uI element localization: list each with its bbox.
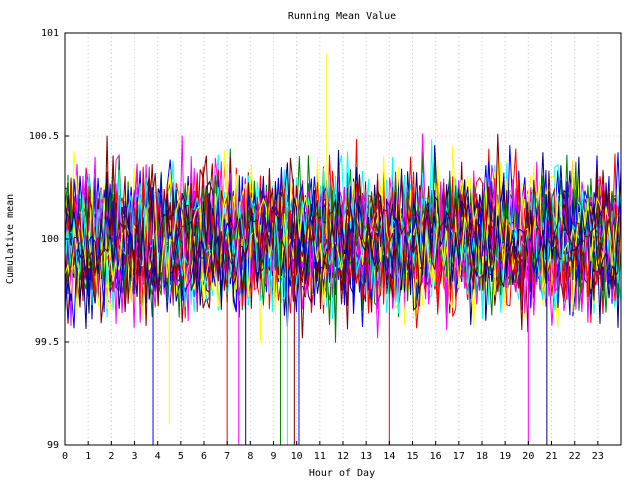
y-tick-label: 99.5 <box>35 337 59 348</box>
x-tick-label: 22 <box>569 451 581 462</box>
x-tick-label: 13 <box>360 451 372 462</box>
y-axis-label: Cumulative mean <box>5 194 16 284</box>
x-tick-label: 23 <box>592 451 604 462</box>
y-tick-label: 100 <box>41 234 59 245</box>
x-tick-label: 20 <box>522 451 534 462</box>
x-tick-label: 3 <box>131 451 137 462</box>
x-tick-label: 21 <box>545 451 557 462</box>
x-tick-label: 4 <box>155 451 161 462</box>
y-tick-label: 100.5 <box>29 131 59 142</box>
y-tick-label: 101 <box>41 28 59 39</box>
x-tick-label: 12 <box>337 451 349 462</box>
x-tick-label: 14 <box>383 451 395 462</box>
x-tick-label: 16 <box>430 451 442 462</box>
chart-container: Running Mean Value Hour of Day Cumulativ… <box>0 0 640 480</box>
x-tick-label: 9 <box>270 451 276 462</box>
x-tick-label: 1 <box>85 451 91 462</box>
y-tick-label: 99 <box>47 440 59 451</box>
x-tick-label: 10 <box>291 451 303 462</box>
x-tick-label: 0 <box>62 451 68 462</box>
x-tick-label: 17 <box>453 451 465 462</box>
x-tick-label: 19 <box>499 451 511 462</box>
x-tick-label: 6 <box>201 451 207 462</box>
x-tick-label: 18 <box>476 451 488 462</box>
chart-title: Running Mean Value <box>288 11 396 22</box>
x-tick-label: 8 <box>247 451 253 462</box>
x-axis-label: Hour of Day <box>309 468 375 479</box>
x-tick-label: 2 <box>108 451 114 462</box>
x-tick-label: 11 <box>314 451 326 462</box>
x-tick-label: 7 <box>224 451 230 462</box>
chart-svg: Running Mean Value Hour of Day Cumulativ… <box>0 0 640 480</box>
x-tick-label: 15 <box>406 451 418 462</box>
x-tick-label: 5 <box>178 451 184 462</box>
